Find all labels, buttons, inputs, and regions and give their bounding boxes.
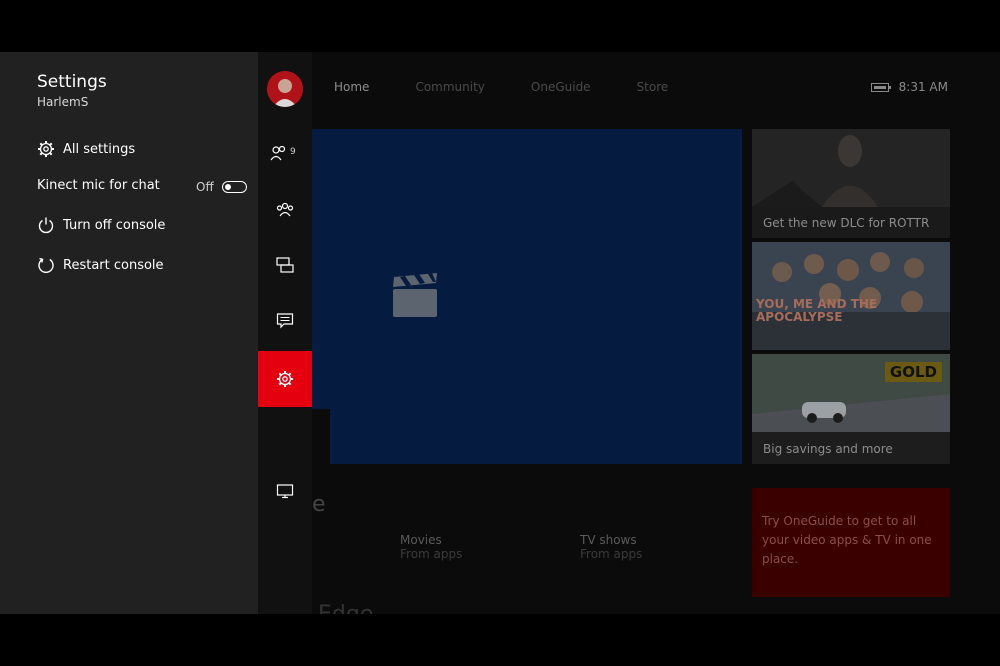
toggle-state-label: Off xyxy=(196,180,214,194)
notifications-icon xyxy=(276,313,294,329)
clock: 8:31 AM xyxy=(898,80,948,94)
kinect-mic-item[interactable]: Kinect mic for chat xyxy=(37,178,160,193)
tile-oneguide-promo[interactable]: Try OneGuide to get to all your video ap… xyxy=(752,488,950,597)
status-bar: 8:31 AM xyxy=(870,80,948,94)
tab-community[interactable]: Community xyxy=(415,80,484,94)
friends-count: 9 xyxy=(290,147,296,157)
gamertag: HarlemS xyxy=(37,95,89,109)
xbox-dashboard: Home Community OneGuide Store 8:31 AM Ge… xyxy=(0,52,1000,614)
item-label: Kinect mic for chat xyxy=(37,178,160,193)
rail-messages[interactable] xyxy=(258,237,312,293)
tile-gold[interactable]: GOLD Big savings and more xyxy=(752,354,950,464)
item-label: All settings xyxy=(63,141,136,157)
guide-title: Settings xyxy=(37,72,107,92)
tile-title-art: YOU, ME AND THE APOCALYPSE xyxy=(756,297,878,324)
friends-icon xyxy=(270,145,286,161)
restart-console-item[interactable]: Restart console xyxy=(37,256,164,274)
tile-caption: Get the new DLC for ROTTR xyxy=(763,216,930,230)
partial-heading: e xyxy=(312,492,326,517)
battery-icon xyxy=(870,82,891,92)
tab-oneguide[interactable]: OneGuide xyxy=(531,80,591,94)
tile-caption: Big savings and more xyxy=(763,442,893,456)
power-icon xyxy=(38,217,54,234)
gear-icon xyxy=(38,141,54,157)
rail-devices[interactable] xyxy=(258,463,312,519)
item-label: Turn off console xyxy=(63,217,166,233)
avatar[interactable] xyxy=(267,71,303,107)
messages-icon xyxy=(276,257,294,273)
toggle-switch[interactable] xyxy=(221,181,247,193)
promo-message: Try OneGuide to get to all your video ap… xyxy=(762,514,932,566)
settings-guide: Settings HarlemS All settings Kinect mic… xyxy=(0,52,258,614)
pin-title: Movies xyxy=(400,533,442,547)
kinect-mic-toggle[interactable]: Off xyxy=(196,180,247,194)
item-label: Restart console xyxy=(63,257,164,273)
rail-friends[interactable]: 9 xyxy=(258,125,312,181)
gear-icon xyxy=(277,371,293,387)
pin-subtitle: From apps xyxy=(400,547,463,561)
rail-party[interactable] xyxy=(258,181,312,237)
hero-tile[interactable] xyxy=(312,129,742,464)
pin-title: TV shows xyxy=(580,533,637,547)
pin-subtitle: From apps xyxy=(580,547,643,561)
pin-tv-shows[interactable]: TV shows From apps xyxy=(580,533,642,561)
turn-off-console-item[interactable]: Turn off console xyxy=(37,216,165,234)
gold-badge: GOLD xyxy=(884,362,942,382)
restart-icon xyxy=(38,257,54,273)
home-tabs: Home Community OneGuide Store xyxy=(334,80,714,94)
tile-rottr-dlc[interactable]: Get the new DLC for ROTTR xyxy=(752,129,950,238)
rail-settings[interactable] xyxy=(258,351,312,407)
pin-movies[interactable]: Movies From apps xyxy=(400,533,462,561)
tile-art xyxy=(752,242,950,350)
avatar-image xyxy=(267,71,303,107)
monitor-icon xyxy=(276,484,294,499)
guide-tab-rail: 9 xyxy=(258,52,312,614)
party-icon xyxy=(276,202,294,217)
tile-apocalypse[interactable]: YOU, ME AND THE APOCALYPSE xyxy=(752,242,950,350)
tab-home[interactable]: Home xyxy=(334,80,369,94)
rail-notifications[interactable] xyxy=(258,293,312,349)
tile-art xyxy=(752,129,950,207)
all-settings-item[interactable]: All settings xyxy=(37,140,135,158)
partial-edge-label: Edge xyxy=(318,602,373,614)
tab-store[interactable]: Store xyxy=(637,80,669,94)
clapperboard-icon xyxy=(393,273,437,317)
hero-notch xyxy=(312,409,330,464)
